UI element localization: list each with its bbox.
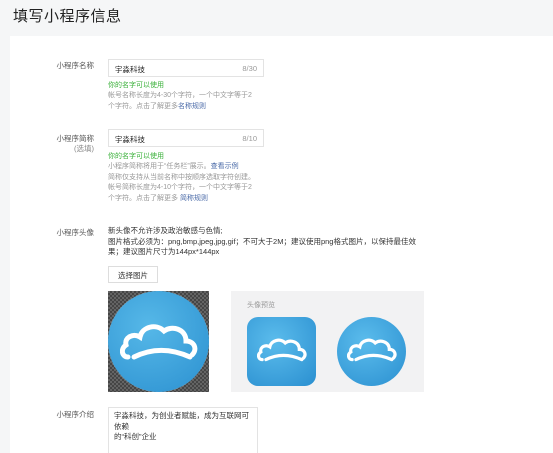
short-name-input[interactable]: 宇淼科技 8/10 [108, 129, 264, 147]
avatar-preview-panel: 头像预览 [231, 291, 424, 392]
short-name-input-value: 宇淼科技 [115, 135, 145, 144]
intro-label: 小程序介绍 [56, 410, 95, 419]
name-label: 小程序名称 [56, 61, 95, 70]
name-hint-line1: 帐号名称长度为4-30个字符，一个中文字等于2 [108, 92, 252, 99]
select-image-button[interactable]: 选择图片 [108, 266, 158, 283]
name-rules-link[interactable]: 名称规则 [178, 103, 206, 110]
intro-textarea[interactable]: 宇淼科技，为创业者赋能，成为互联网可依赖 的“科创”企业 [108, 407, 258, 453]
avatar-preview-circle [337, 317, 406, 386]
short-name-hint: 小程序简称将用于“任务栏”展示。查看示例 简称仅支持从当前名称中按顺序选取字符创… [108, 162, 268, 204]
name-ok-text: 你的名字可以使用 [108, 82, 164, 89]
short-name-label-text: 小程序简称 [56, 134, 95, 143]
name-input[interactable]: 宇淼科技 8/30 [108, 59, 264, 77]
avatar-preview-square [247, 317, 316, 386]
short-name-rules-link[interactable]: 简称规则 [180, 195, 208, 202]
short-name-hint-line2: 简称仅支持从当前名称中按顺序选取字符创建。 [108, 173, 255, 181]
avatar-desc-line2: 图片格式必须为：png,bmp,jpeg,jpg,gif；不可大于2M；建议使用… [108, 236, 416, 246]
name-char-counter: 8/30 [242, 64, 257, 73]
cloud-logo-icon [347, 338, 397, 362]
short-name-optional: (选填) [74, 144, 94, 153]
avatar-desc-line1: 新头像不允许涉及政治敏感与色情; [108, 226, 223, 235]
short-name-label: 小程序简称 (选填) [10, 134, 95, 154]
cloud-logo-icon [257, 338, 307, 362]
short-name-ok-text: 你的名字可以使用 [108, 153, 164, 160]
name-hint: 帐号名称长度为4-30个字符，一个中文字等于2 个字符。点击了解更多名称规则 [108, 91, 268, 112]
name-input-value: 宇淼科技 [115, 65, 145, 74]
intro-text-line2: 的“科创”企业 [114, 432, 157, 441]
short-name-char-counter: 8/10 [242, 134, 257, 143]
avatar-description: 新头像不允许涉及政治敏感与色情; 图片格式必须为：png,bmp,jpeg,jp… [108, 226, 443, 258]
intro-text-line1: 宇淼科技，为创业者赋能，成为互联网可依赖 [114, 411, 249, 431]
avatar-preview-title: 头像预览 [247, 302, 275, 309]
crop-mask [108, 291, 209, 392]
avatar-label: 小程序头像 [56, 228, 95, 237]
short-name-hint-line4: 个字符。点击了解更多 [108, 194, 180, 202]
form-card: 小程序名称 宇淼科技 8/30 你的名字可以使用 帐号名称长度为4-30个字符，… [10, 36, 553, 453]
view-example-link[interactable]: 查看示例 [211, 163, 239, 170]
name-hint-line2: 个字符。点击了解更多 [108, 102, 178, 110]
avatar-cropper[interactable] [108, 291, 209, 392]
avatar-desc-line3: 果；建议图片尺寸为144px*144px [108, 247, 220, 256]
page-title: 填写小程序信息 [13, 8, 122, 25]
short-name-hint-line1: 小程序简称将用于“任务栏”展示。 [108, 163, 211, 170]
short-name-hint-line3: 帐号简称长度为4-10个字符，一个中文字等于2 [108, 184, 252, 191]
